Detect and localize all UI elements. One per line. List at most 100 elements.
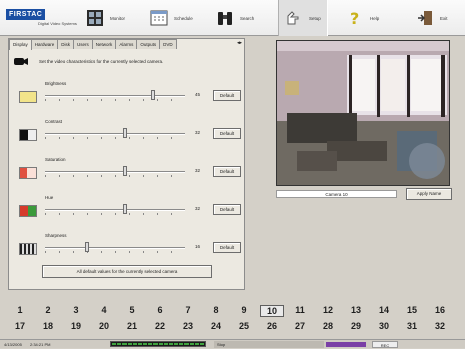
contrast-row: Contrast 32 Default (17, 115, 242, 147)
camera-channel-29[interactable]: 29 (344, 321, 368, 331)
contrast-slider-thumb[interactable] (122, 128, 127, 138)
brightness-icon (19, 91, 37, 103)
app-logo: FIRSTAC (6, 9, 46, 20)
camera-channel-3[interactable]: 3 (64, 305, 88, 315)
saturation-ticks (45, 175, 185, 177)
disk-level-bar (110, 341, 206, 347)
camera-channel-14[interactable]: 14 (372, 305, 396, 315)
status-time: 2:34:21 PM (30, 341, 51, 347)
toolbar-schedule-button[interactable]: Schedule (150, 0, 193, 36)
sharpness-value: 16 (195, 244, 201, 249)
toolbar-exit-button[interactable]: Exit (416, 0, 448, 36)
camera-channel-22[interactable]: 22 (148, 321, 172, 331)
camera-channel-6[interactable]: 6 (148, 305, 172, 315)
toolbar-schedule-label: Schedule (174, 15, 193, 21)
camera-channel-4[interactable]: 4 (92, 305, 116, 315)
tab-disk[interactable]: Disk (57, 39, 75, 49)
hue-row: Hue 32 Default (17, 191, 242, 223)
settings-tabs: Display Hardware Disk Users Network Alar… (9, 39, 177, 50)
camera-channel-25[interactable]: 25 (232, 321, 256, 331)
brightness-default-button[interactable]: Default (213, 90, 241, 101)
binoculars-icon (216, 9, 234, 27)
default-all-button[interactable]: All default values for the currently sel… (42, 265, 212, 278)
sharpness-default-button[interactable]: Default (213, 242, 241, 253)
sharpness-row: Sharpness 16 Default (17, 229, 242, 261)
camera-preview[interactable] (276, 40, 450, 186)
camera-channel-26[interactable]: 26 (260, 321, 284, 331)
display-settings-panel: Display Hardware Disk Users Network Alar… (8, 38, 245, 290)
toolbar-help-label: Help (370, 15, 380, 21)
camera-channel-15[interactable]: 15 (400, 305, 424, 315)
toolbar-search-label: Search (240, 15, 255, 21)
toolbar-help-button[interactable]: ? Help (346, 0, 379, 36)
camera-preview-image (277, 41, 449, 185)
main-toolbar: FIRSTAC Digital Video Systems Monitor Sc… (0, 0, 465, 36)
camera-channel-10[interactable]: 10 (260, 305, 284, 317)
calendar-icon (150, 9, 168, 27)
panel-intro: Set the video characteristics for the cu… (13, 56, 163, 66)
tab-network[interactable]: Network (91, 39, 117, 49)
saturation-slider-thumb[interactable] (122, 166, 127, 176)
status-state: Stop (214, 340, 324, 348)
toolbar-monitor-button[interactable]: Monitor (86, 0, 125, 36)
camera-channel-1[interactable]: 1 (8, 305, 32, 315)
hue-default-button[interactable]: Default (213, 204, 241, 215)
saturation-icon (19, 167, 37, 179)
hue-track[interactable] (45, 209, 185, 211)
camera-channel-31[interactable]: 31 (400, 321, 424, 331)
camera-icon (13, 56, 29, 66)
sharpness-slider-thumb[interactable] (85, 242, 89, 252)
sharpness-ticks (45, 251, 185, 253)
camera-channel-21[interactable]: 21 (120, 321, 144, 331)
camera-channel-28[interactable]: 28 (316, 321, 340, 331)
tab-display[interactable]: Display (9, 39, 32, 50)
question-icon: ? (346, 9, 364, 28)
camera-channel-13[interactable]: 13 (344, 305, 368, 315)
apply-name-button[interactable]: Apply Name (406, 188, 452, 200)
camera-channel-2[interactable]: 2 (36, 305, 60, 315)
tab-dvd[interactable]: DVD (159, 39, 177, 49)
saturation-default-button[interactable]: Default (213, 166, 241, 177)
sharpness-label: Sharpness (45, 233, 67, 238)
tab-hardware[interactable]: Hardware (30, 39, 59, 49)
camera-channel-16[interactable]: 16 (428, 305, 452, 315)
camera-channel-9[interactable]: 9 (232, 305, 256, 315)
contrast-track[interactable] (45, 133, 185, 135)
toolbar-setup-label: Setup (309, 15, 321, 21)
contrast-value: 32 (195, 130, 201, 135)
tab-outputs[interactable]: Outputs (136, 39, 161, 49)
panel-intro-text: Set the video characteristics for the cu… (39, 58, 164, 64)
sharpness-track[interactable] (45, 247, 185, 249)
camera-channel-20[interactable]: 20 (92, 321, 116, 331)
status-date: 4/13/2005 (4, 341, 22, 347)
camera-channel-7[interactable]: 7 (176, 305, 200, 315)
camera-channel-19[interactable]: 19 (64, 321, 88, 331)
tab-users[interactable]: Users (73, 39, 93, 49)
brightness-track[interactable] (45, 95, 185, 97)
camera-name-field[interactable]: Camera 10 (276, 190, 397, 198)
toolbar-setup-button[interactable]: Setup (278, 0, 328, 36)
camera-channel-23[interactable]: 23 (176, 321, 200, 331)
camera-channel-8[interactable]: 8 (204, 305, 228, 315)
camera-channel-18[interactable]: 18 (36, 321, 60, 331)
svg-text:?: ? (350, 9, 359, 27)
camera-channel-5[interactable]: 5 (120, 305, 144, 315)
contrast-default-button[interactable]: Default (213, 128, 241, 139)
toolbar-search-button[interactable]: Search (216, 0, 254, 36)
app-logo-subtitle: Digital Video Systems (38, 21, 77, 26)
camera-channel-11[interactable]: 11 (288, 305, 312, 315)
camera-channel-30[interactable]: 30 (372, 321, 396, 331)
tab-scroll-arrows[interactable]: ◂▸ (237, 40, 242, 46)
hue-value: 32 (195, 206, 201, 211)
camera-channel-17[interactable]: 17 (8, 321, 32, 331)
saturation-track[interactable] (45, 171, 185, 173)
hue-slider-thumb[interactable] (122, 204, 127, 214)
camera-channel-12[interactable]: 12 (316, 305, 340, 315)
camera-channel-27[interactable]: 27 (288, 321, 312, 331)
camera-channel-32[interactable]: 32 (428, 321, 452, 331)
tab-alarms[interactable]: Alarms (115, 39, 138, 49)
status-bar: 4/13/2005 2:34:21 PM Stop REC (0, 339, 465, 348)
brightness-slider-thumb[interactable] (150, 90, 155, 100)
toolbar-exit-label: Exit (440, 15, 448, 21)
camera-channel-24[interactable]: 24 (204, 321, 228, 331)
